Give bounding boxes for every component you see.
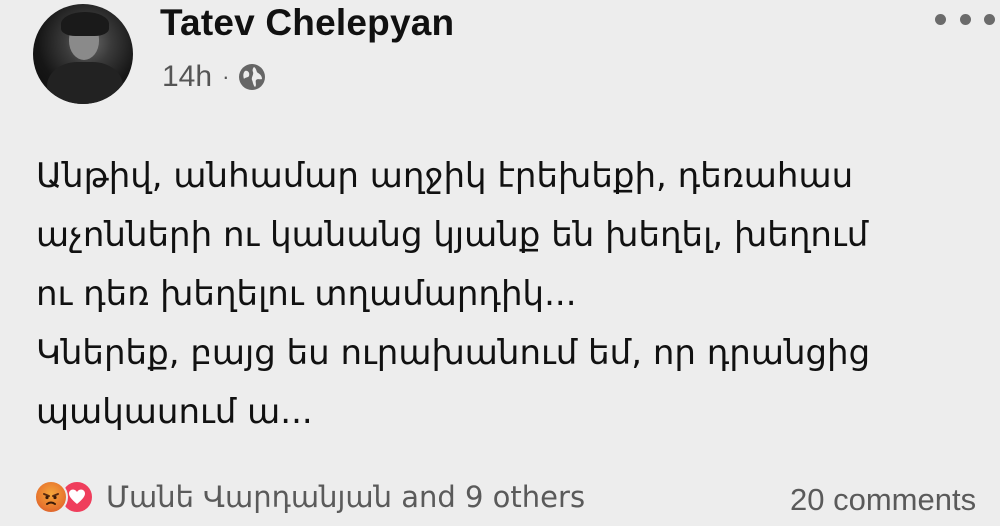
more-dot — [959, 14, 971, 25]
globe-icon — [237, 62, 267, 92]
angry-icon — [34, 480, 68, 514]
avatar-hair-shape — [61, 12, 109, 36]
reactors-text[interactable]: Մանե Վարդանյան and 9 others — [106, 480, 585, 514]
avatar-body-shape — [47, 62, 123, 104]
meta-separator: · — [222, 64, 230, 89]
post-text-line: պակասում ա... — [36, 392, 313, 432]
more-dot — [935, 14, 946, 25]
more-options-icon[interactable] — [935, 14, 995, 28]
post-meta: 14h · — [162, 60, 267, 94]
post-text: Անթիվ, անհամար աղջիկ էրեխեքի, դեռահաս աչ… — [36, 147, 986, 442]
author-name[interactable]: Tatev Chelepyan — [160, 2, 454, 44]
post-text-line: աչոնների ու կանանց կյանք են խեղել, խեղու… — [36, 215, 869, 255]
comments-count[interactable]: 20 comments — [790, 482, 976, 518]
avatar[interactable] — [33, 4, 133, 104]
facebook-post: Tatev Chelepyan 14h · Անթիվ, անհամար աղջ… — [0, 0, 1000, 526]
reactions-summary[interactable]: Մանե Վարդանյան and 9 others — [34, 480, 585, 514]
post-text-line: Կներեք, բայց ես ուրախանում եմ, որ դրանցի… — [36, 333, 871, 373]
post-time[interactable]: 14h — [162, 60, 212, 94]
post-text-line: Անթիվ, անհամար աղջիկ էրեխեքի, դեռահաս — [36, 156, 854, 196]
post-text-line: ու դեռ խեղելու տղամարդիկ... — [36, 274, 577, 314]
more-dot — [984, 14, 995, 25]
